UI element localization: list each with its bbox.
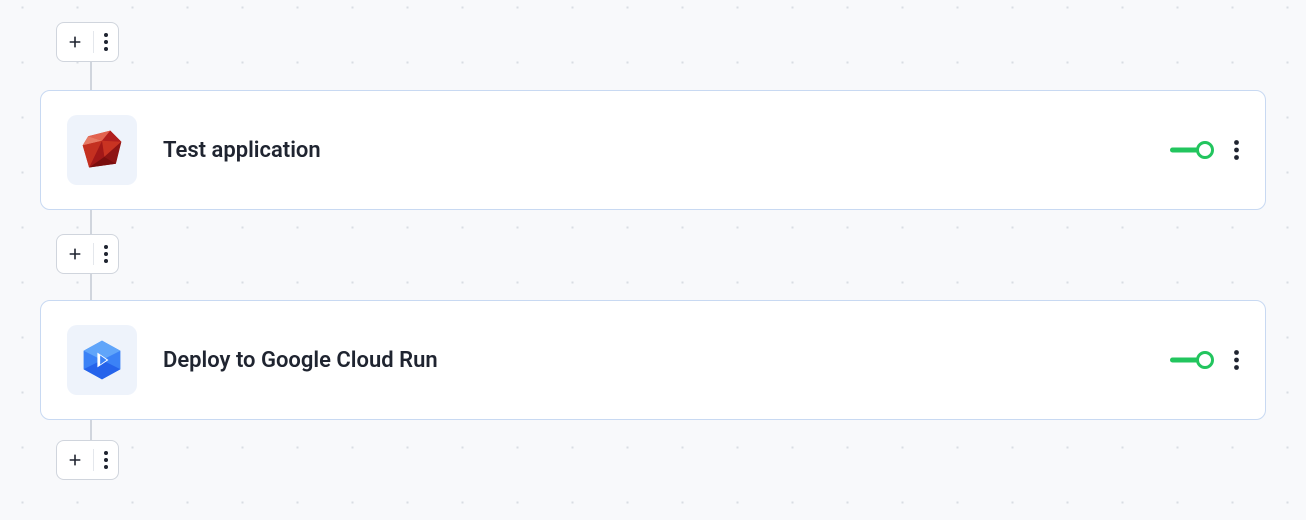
more-vertical-icon[interactable]	[1234, 350, 1239, 370]
more-vertical-icon[interactable]	[104, 33, 108, 51]
more-vertical-icon[interactable]	[1234, 140, 1239, 160]
more-vertical-icon[interactable]	[104, 245, 108, 263]
connector-line	[90, 420, 92, 440]
plus-icon[interactable]	[67, 246, 83, 262]
ruby-icon	[67, 115, 137, 185]
toggle-knob	[1196, 351, 1214, 369]
step-enabled-toggle[interactable]	[1170, 349, 1214, 371]
step-title: Test application	[163, 138, 1170, 163]
step-enabled-toggle[interactable]	[1170, 139, 1214, 161]
google-cloud-icon	[67, 325, 137, 395]
add-step-pill	[56, 22, 119, 62]
toggle-knob	[1196, 141, 1214, 159]
more-vertical-icon[interactable]	[104, 451, 108, 469]
plus-icon[interactable]	[67, 34, 83, 50]
plus-icon[interactable]	[67, 452, 83, 468]
add-step-pill	[56, 234, 119, 274]
pipeline-step-card[interactable]: Test application	[40, 90, 1266, 210]
pipeline-step-card[interactable]: Deploy to Google Cloud Run	[40, 300, 1266, 420]
connector-line	[90, 60, 92, 90]
add-step-pill	[56, 440, 119, 480]
pill-divider	[93, 449, 94, 471]
step-title: Deploy to Google Cloud Run	[163, 348, 1170, 373]
pill-divider	[93, 31, 94, 53]
pill-divider	[93, 243, 94, 265]
